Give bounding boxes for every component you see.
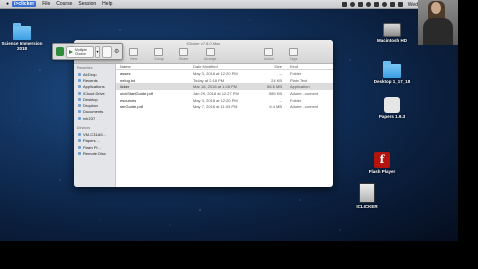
disc-icon [78, 151, 81, 155]
menu-bar: ● i>clicker File Course Session Help Wed… [0, 0, 458, 9]
finder-sidebar: Favorites AirDrop Recents Applications i… [74, 64, 116, 187]
question-type-dropdown[interactable]: ▾ [95, 46, 100, 58]
sidebar-item-remote-disc[interactable]: Remote Disc [74, 150, 115, 156]
column-name[interactable]: Name [116, 64, 193, 69]
tags-button[interactable]: Tags [289, 48, 298, 61]
bluetooth-icon[interactable] [373, 2, 379, 7]
apple-menu-icon[interactable]: ● [6, 1, 9, 7]
iclicker-session-toolbar: Multiple Choice ▾ ⚙ [52, 43, 123, 60]
menu-file[interactable]: File [42, 1, 50, 7]
papers-app-icon [384, 97, 400, 113]
folder-icon [13, 23, 31, 40]
applications-icon [78, 85, 81, 89]
action-icon [264, 48, 274, 56]
screenshot-monitor-button[interactable] [102, 46, 112, 58]
menu-course[interactable]: Course [56, 1, 72, 7]
view-icon [129, 48, 138, 56]
file-row[interactable]: asses May 3, 2018 at 12:20 PM -- Folder [116, 70, 333, 77]
desktop-icon-flash-player[interactable]: f Flash Player [356, 152, 408, 174]
cloud-icon [78, 91, 81, 95]
clock-icon [78, 78, 81, 82]
drive-icon [78, 133, 81, 137]
arrange-icon [205, 48, 215, 56]
drive-icon [78, 145, 81, 149]
sidebar-item-home[interactable]: mir237 [74, 115, 115, 121]
volume-icon[interactable] [389, 2, 395, 7]
gear-icon[interactable]: ⚙ [114, 48, 119, 55]
tag-icon [289, 48, 298, 56]
arrange-button[interactable]: Arrange [204, 48, 216, 61]
action-button[interactable]: Action [264, 48, 274, 61]
share-button[interactable]: Share [179, 48, 188, 61]
file-row[interactable]: esources May 3, 2018 at 12:20 PM -- Folder [116, 97, 333, 104]
battery-icon[interactable] [397, 2, 403, 7]
flash-icon: f [374, 152, 390, 168]
drive-icon [78, 139, 81, 143]
file-row-selected[interactable]: licker Mar 18, 2018 at 1:28 PM 86.6 MB Appl… [116, 83, 333, 91]
disk-icon [359, 183, 375, 203]
display-icon[interactable] [357, 2, 363, 7]
desktop-icon-papers[interactable]: Papers 1.9.3 [366, 97, 418, 119]
home-icon [78, 116, 81, 120]
question-type-label: Multiple Choice [75, 48, 88, 56]
desktop: ● i>clicker File Course Session Help Wed… [0, 0, 458, 241]
file-row[interactable]: serGuide.pdf May 7, 2018 at 11:03 PM 6.4 M… [116, 103, 333, 110]
file-row[interactable]: uickStartGuide.pdf Jan 29, 2018 at 12:27 … [116, 90, 333, 97]
time-machine-icon[interactable] [365, 2, 371, 7]
webcam-feed [418, 0, 458, 45]
presenter-body [423, 18, 453, 45]
play-icon [69, 50, 73, 54]
devices-header: Devices [77, 126, 91, 131]
sync-icon[interactable] [349, 2, 355, 7]
documents-icon [78, 110, 81, 114]
airdrop-icon [78, 72, 81, 76]
share-icon [179, 48, 189, 56]
power-button[interactable] [56, 47, 64, 56]
folder-icon [383, 61, 401, 78]
presenter-face [431, 2, 441, 14]
desktop-icon [78, 97, 81, 101]
app-menu[interactable]: i>clicker [12, 1, 37, 7]
column-size[interactable]: Size [251, 64, 285, 69]
favorites-header: Favorites [77, 66, 93, 70]
group-icon [154, 48, 164, 56]
hard-drive-icon [383, 23, 401, 37]
column-date-modified[interactable]: Date Modified [193, 64, 251, 69]
file-row[interactable]: nelog.txt Today at 2:18 PM 24 KB Plain Text [116, 77, 333, 84]
menu-help[interactable]: Help [102, 1, 112, 7]
desktop-icon-science-immersion[interactable]: Science Immersion 2018 [0, 23, 48, 51]
view-button[interactable]: View [129, 48, 138, 61]
finder-window: iClicker v7.8.0 Mac View Group Share Arr… [74, 40, 333, 187]
file-list: Name Date Modified Size Kind asses May 3,… [116, 64, 333, 187]
dropbox-icon [78, 104, 81, 108]
start-session-button[interactable]: Multiple Choice [66, 46, 94, 58]
group-button[interactable]: Group [154, 48, 164, 61]
desktop-icon-desktop-folder[interactable]: Desktop 1_17_18 [366, 61, 418, 84]
column-kind[interactable]: Kind [285, 64, 333, 69]
dropbox-icon[interactable] [341, 2, 347, 7]
desktop-icon-macintosh-hd[interactable]: Macintosh HD [366, 23, 418, 43]
wifi-icon[interactable] [381, 2, 387, 7]
desktop-icon-iclicker-disk[interactable]: ICLICKER [341, 183, 393, 209]
menu-session[interactable]: Session [78, 1, 96, 7]
